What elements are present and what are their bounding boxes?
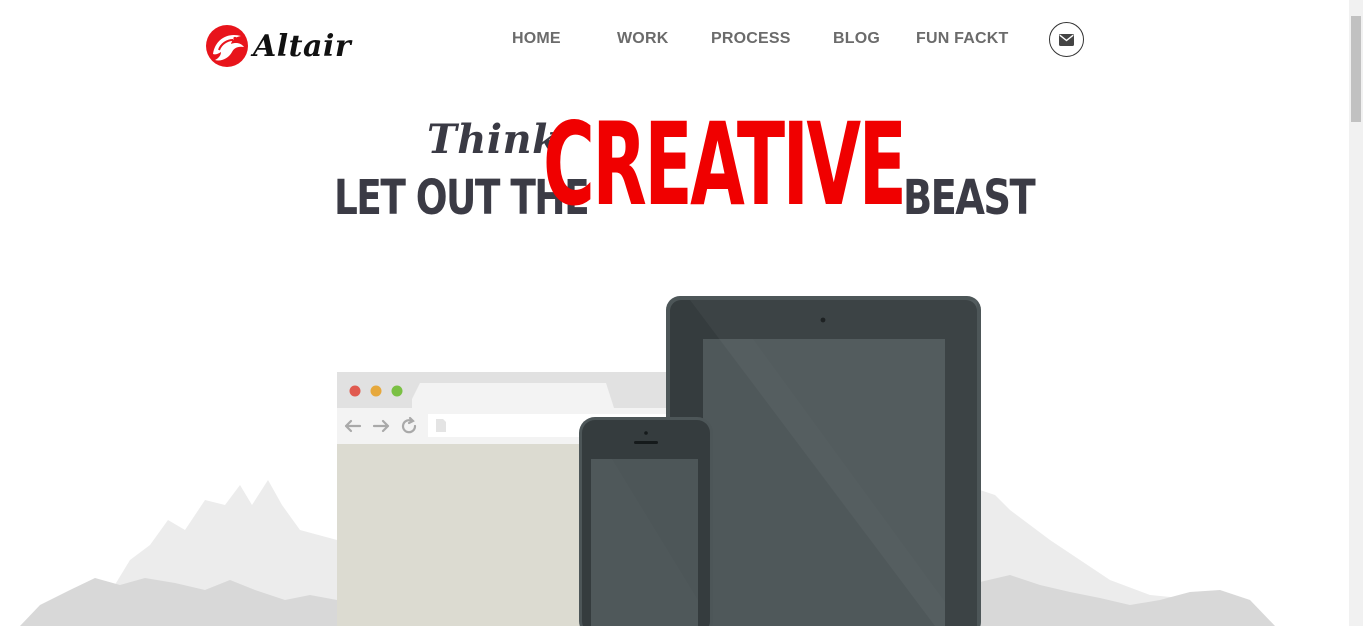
browser-maximize-dot xyxy=(391,385,403,397)
devices-illustration xyxy=(20,296,1275,626)
tablet xyxy=(666,296,981,626)
browser-minimize-dot xyxy=(370,385,382,397)
page-scrollbar[interactable] xyxy=(1349,0,1363,626)
page: Altair HOME WORK PROCESS BLOG FUN FACKT … xyxy=(0,0,1363,626)
smartphone xyxy=(579,417,713,626)
browser-close-dot xyxy=(349,385,361,397)
scrollbar-thumb[interactable] xyxy=(1351,16,1361,122)
document-icon xyxy=(436,419,446,432)
